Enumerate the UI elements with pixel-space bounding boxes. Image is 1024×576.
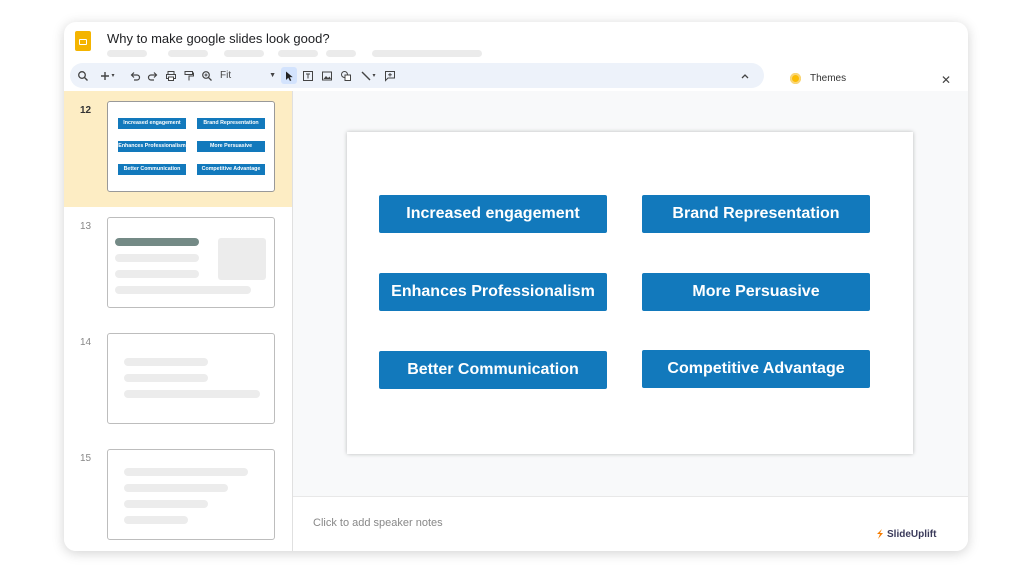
slide-thumbnail[interactable] <box>107 333 275 424</box>
text-box-icon[interactable] <box>301 67 315 84</box>
menu-placeholder <box>372 50 482 57</box>
zoom-value: Fit <box>220 70 232 81</box>
item-competitive-advantage[interactable]: Competitive Advantage <box>642 350 870 388</box>
shape-icon[interactable] <box>339 67 353 84</box>
menu-placeholder <box>224 50 264 57</box>
menu-placeholder <box>278 50 318 57</box>
search-icon[interactable] <box>76 67 90 84</box>
slide-canvas-area: Increased engagement Brand Representatio… <box>293 91 968 496</box>
menu-placeholder <box>168 50 208 57</box>
close-icon[interactable]: ✕ <box>941 73 951 87</box>
zoom-icon[interactable] <box>200 67 214 84</box>
placeholder-bar <box>115 238 199 246</box>
thumb-item: Enhances Professionalism <box>118 141 186 152</box>
toolbar: ▾ Fit ▼ ▾ <box>70 63 764 88</box>
slide-thumbnail[interactable]: Increased engagement Brand Representatio… <box>107 101 275 192</box>
slide-number: 15 <box>80 453 92 464</box>
brand-logo-icon <box>877 529 883 539</box>
speaker-notes[interactable]: Click to add speaker notes SlideUplift <box>293 496 968 551</box>
placeholder-bar <box>115 254 199 262</box>
slide-number: 13 <box>80 221 92 232</box>
zoom-select[interactable]: Fit ▼ <box>220 67 276 84</box>
slide-canvas[interactable]: Increased engagement Brand Representatio… <box>347 132 913 454</box>
undo-icon[interactable] <box>128 67 142 84</box>
placeholder-bar <box>124 484 228 492</box>
thumb-item: Better Communication <box>118 164 186 175</box>
placeholder-bar <box>124 500 208 508</box>
thumb-item: Increased engagement <box>118 118 186 129</box>
item-brand-representation[interactable]: Brand Representation <box>642 195 870 233</box>
placeholder-bar <box>115 286 251 294</box>
document-title[interactable]: Why to make google slides look good? <box>107 31 330 46</box>
speaker-notes-placeholder: Click to add speaker notes <box>313 517 443 529</box>
item-increased-engagement[interactable]: Increased engagement <box>379 195 607 233</box>
slide-number: 14 <box>80 337 92 348</box>
print-icon[interactable] <box>164 67 178 84</box>
thumb-item: Brand Representation <box>197 118 265 129</box>
menu-placeholder <box>107 50 147 57</box>
filmstrip-slide[interactable]: 14 <box>64 323 292 439</box>
placeholder-bar <box>124 390 260 398</box>
chevron-down-icon: ▼ <box>269 72 276 79</box>
add-icon[interactable]: ▾ <box>96 67 118 84</box>
slides-app-icon[interactable] <box>75 31 91 51</box>
filmstrip-slide[interactable]: 12 Increased engagement Brand Representa… <box>64 91 292 207</box>
collapse-icon[interactable] <box>738 67 752 84</box>
placeholder-bar <box>124 516 188 524</box>
select-icon[interactable] <box>281 67 297 84</box>
line-icon[interactable]: ▾ <box>357 67 379 84</box>
paint-format-icon[interactable] <box>182 67 196 84</box>
themes-panel-title: Themes <box>810 73 847 84</box>
thumb-item: Competitive Advantage <box>197 164 265 175</box>
item-better-communication[interactable]: Better Communication <box>379 351 607 389</box>
item-more-persuasive[interactable]: More Persuasive <box>642 273 870 311</box>
palette-icon <box>790 73 801 84</box>
comment-icon[interactable] <box>383 67 397 84</box>
filmstrip-slide[interactable]: 13 <box>64 207 292 323</box>
placeholder-bar <box>124 358 208 366</box>
filmstrip: 12 Increased engagement Brand Representa… <box>64 91 293 551</box>
placeholder-bar <box>124 374 208 382</box>
slides-window: Why to make google slides look good? ▾ F… <box>64 22 968 551</box>
placeholder-bar <box>124 468 248 476</box>
placeholder-bar <box>115 270 199 278</box>
slide-thumbnail[interactable] <box>107 449 275 540</box>
slide-number: 12 <box>80 105 92 116</box>
item-enhances-professionalism[interactable]: Enhances Professionalism <box>379 273 607 311</box>
menu-placeholder <box>326 50 356 57</box>
thumb-item: More Persuasive <box>197 141 265 152</box>
filmstrip-slide[interactable]: 15 <box>64 439 292 551</box>
slide-thumbnail[interactable] <box>107 217 275 308</box>
redo-icon[interactable] <box>146 67 160 84</box>
image-icon[interactable] <box>320 67 334 84</box>
placeholder-image <box>218 238 266 280</box>
brand-name: SlideUplift <box>887 529 937 540</box>
title-bar: Why to make google slides look good? <box>64 22 968 62</box>
